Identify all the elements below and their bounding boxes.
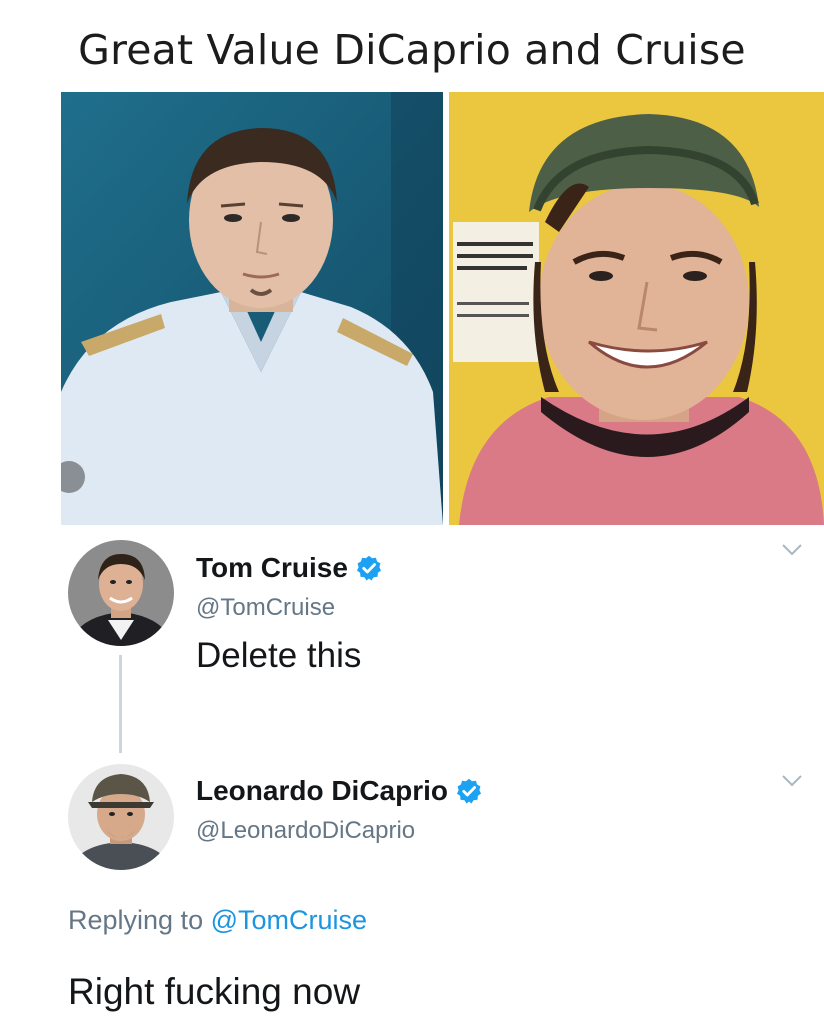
display-name-text[interactable]: Tom Cruise (196, 552, 348, 584)
avatar[interactable] (68, 764, 174, 870)
tweet-display-name[interactable]: Tom Cruise (196, 552, 383, 584)
display-name-text[interactable]: Leonardo DiCaprio (196, 775, 448, 807)
tweet-text: Delete this (196, 636, 362, 675)
avatar[interactable] (68, 540, 174, 646)
lookalike-photo-right (449, 92, 824, 525)
thread-connector (119, 655, 122, 753)
replying-label: Replying to (68, 905, 204, 935)
meme-title: Great Value DiCaprio and Cruise (78, 26, 746, 74)
chevron-down-icon[interactable] (781, 543, 803, 557)
tweet-handle[interactable]: @TomCruise (196, 594, 335, 622)
mention-link[interactable]: @TomCruise (211, 905, 367, 935)
lookalike-photo-left (61, 92, 443, 525)
tweet-display-name[interactable]: Leonardo DiCaprio (196, 775, 483, 807)
tweet-handle[interactable]: @LeonardoDiCaprio (196, 817, 415, 845)
chevron-down-icon[interactable] (781, 774, 803, 788)
replying-to-line: Replying to @TomCruise (68, 905, 367, 936)
verified-badge-icon (355, 554, 383, 582)
tweet-text: Right fucking now (68, 971, 361, 1012)
verified-badge-icon (455, 777, 483, 805)
